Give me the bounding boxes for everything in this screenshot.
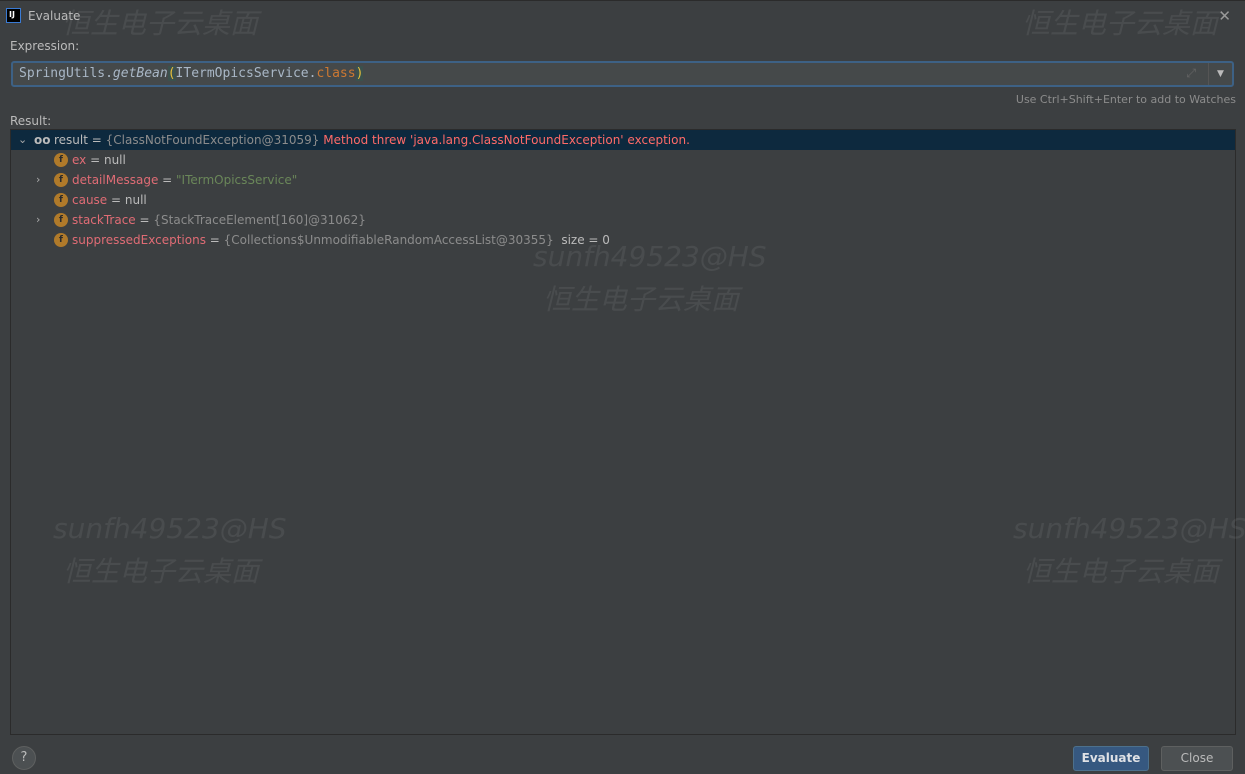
close-window-icon[interactable]: ✕: [1218, 7, 1231, 25]
equals: =: [158, 173, 177, 187]
equals: =: [135, 213, 154, 227]
tree-row-ex[interactable]: f ex = null: [11, 150, 1235, 170]
field-name: detailMessage: [72, 173, 159, 187]
node-name: result: [54, 133, 88, 147]
expand-icon[interactable]: ⤢: [1186, 66, 1196, 81]
field-name: stackTrace: [72, 213, 136, 227]
close-button[interactable]: Close: [1161, 746, 1233, 771]
field-name: suppressedExceptions: [72, 233, 206, 247]
chevron-down-icon[interactable]: ⌄: [18, 130, 27, 150]
expr-paren: ): [355, 66, 364, 81]
error-message: Method threw 'java.lang.ClassNotFoundExc…: [323, 133, 690, 147]
watermark: 恒生电子云桌面: [1023, 555, 1220, 588]
field-value: "ITermOpicsService": [176, 173, 298, 187]
field-value: {Collections$UnmodifiableRandomAccessLis…: [223, 233, 554, 247]
help-button[interactable]: ?: [12, 746, 36, 770]
watermark: 恒生电子云桌面: [62, 7, 259, 40]
watermark: sunfh49523@HS: [53, 512, 287, 545]
field-icon: f: [54, 173, 68, 187]
chevron-right-icon[interactable]: ›: [36, 170, 40, 190]
field-icon: f: [54, 213, 68, 227]
expr-keyword: class: [316, 66, 356, 81]
intellij-logo-icon: IJ: [6, 8, 21, 23]
tree-row-cause[interactable]: f cause = null: [11, 190, 1235, 210]
expression-text[interactable]: SpringUtils.getBean(ITermOpicsService.cl…: [19, 66, 364, 81]
chevron-right-icon[interactable]: ›: [36, 210, 40, 230]
expr-arg: ITermOpicsService.: [175, 66, 317, 81]
field-icon: f: [54, 233, 68, 247]
equals: =: [87, 133, 106, 147]
watermark: sunfh49523@HS: [533, 240, 767, 273]
equals: =: [107, 193, 125, 207]
field-value: null: [124, 193, 147, 207]
result-label: Result:: [10, 114, 52, 128]
equals: =: [205, 233, 224, 247]
expression-input[interactable]: SpringUtils.getBean(ITermOpicsService.cl…: [11, 61, 1234, 87]
tree-row-stackTrace[interactable]: › f stackTrace = {StackTraceElement[160]…: [11, 210, 1235, 230]
expr-paren: (: [167, 66, 176, 81]
field-value: {StackTraceElement[160]@31062}: [153, 213, 366, 227]
tree-row-result[interactable]: ⌄ oo result = {ClassNotFoundException@31…: [11, 130, 1235, 150]
field-icon: f: [54, 193, 68, 207]
field-value: null: [103, 153, 126, 167]
evaluate-button[interactable]: Evaluate: [1073, 746, 1149, 771]
equals: =: [86, 153, 104, 167]
watch-glasses-icon: oo: [34, 133, 51, 147]
field-icon: f: [54, 153, 68, 167]
result-tree[interactable]: ⌄ oo result = {ClassNotFoundException@31…: [10, 129, 1236, 735]
watermark: 恒生电子云桌面: [1022, 7, 1219, 40]
watches-hint: Use Ctrl+Shift+Enter to add to Watches: [1015, 93, 1236, 106]
expr-object: SpringUtils.: [19, 66, 113, 81]
expr-method: getBean: [112, 66, 168, 81]
tree-row-detailMessage[interactable]: › f detailMessage = "ITermOpicsService": [11, 170, 1235, 190]
watermark: 恒生电子云桌面: [543, 283, 740, 316]
node-value: {ClassNotFoundException@31059}: [105, 133, 320, 147]
history-dropdown-button[interactable]: ▼: [1208, 63, 1232, 85]
watermark: 恒生电子云桌面: [63, 555, 260, 588]
watermark: sunfh49523@HS: [1013, 512, 1245, 545]
field-name: cause: [72, 193, 108, 207]
field-name: ex: [72, 153, 87, 167]
